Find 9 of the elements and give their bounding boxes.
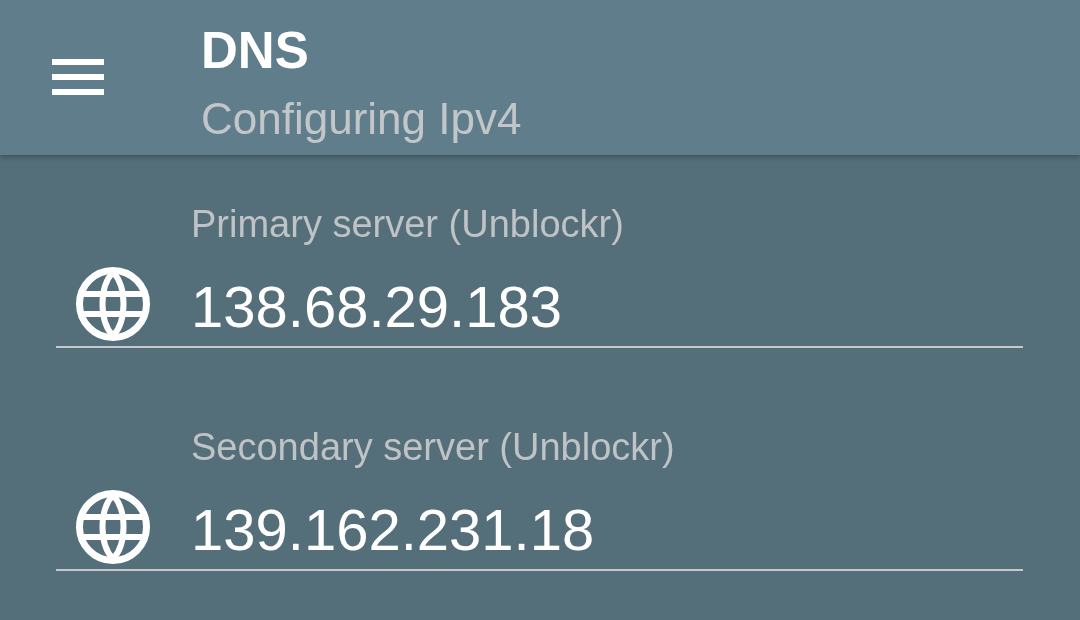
globe-icon	[76, 267, 150, 341]
field-label: Secondary server (Unblockr)	[190, 425, 676, 469]
toolbar-title: DNS	[201, 23, 310, 79]
ip-address-field[interactable]: 139.162.231.18	[191, 492, 1023, 562]
globe-icon	[76, 490, 150, 564]
menu-icon[interactable]	[52, 59, 104, 95]
toolbar-subtitle: Configuring Ipv4	[201, 93, 522, 145]
ip-address-field[interactable]: 138.68.29.183	[191, 269, 1023, 339]
field-label: Primary server (Unblockr)	[190, 202, 625, 246]
